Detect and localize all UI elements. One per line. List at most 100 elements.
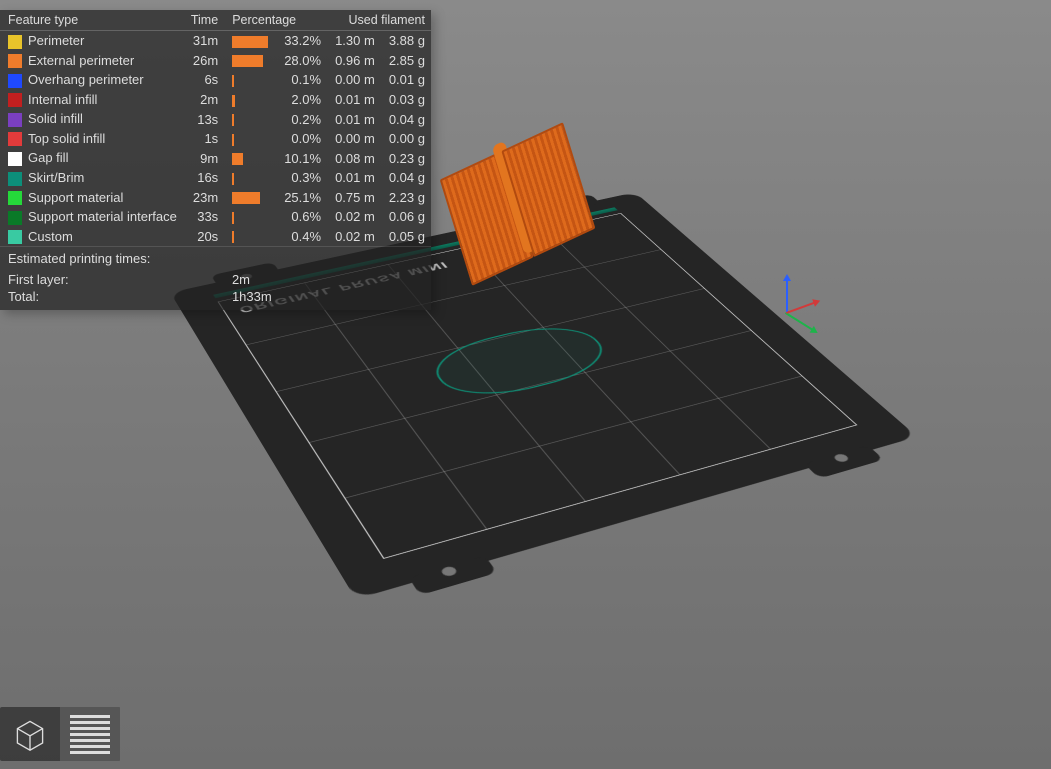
total-value: 1h33m <box>232 289 423 304</box>
feature-swatch <box>8 230 22 244</box>
feature-row[interactable]: Support material interface 33s 0.6%0.02 m0… <box>0 207 431 227</box>
axis-z <box>786 280 788 312</box>
feature-weight: 0.06 g <box>381 207 431 227</box>
view-mode-toolbar <box>0 707 120 761</box>
feature-swatch <box>8 211 22 225</box>
feature-name: Perimeter <box>28 33 84 48</box>
feature-name: Solid infill <box>28 111 83 126</box>
feature-weight: 3.88 g <box>381 31 431 51</box>
feature-length: 0.01 m <box>327 90 381 110</box>
feature-row[interactable]: Solid infill13s0.2%0.01 m0.04 g <box>0 109 431 129</box>
feature-legend-panel: Feature type Time Percentage Used filame… <box>0 10 431 310</box>
feature-name: Skirt/Brim <box>28 170 84 185</box>
feature-percent: 28.0% <box>276 51 327 71</box>
percentage-bar <box>232 95 235 107</box>
feature-percent: 2.0% <box>276 90 327 110</box>
feature-row[interactable]: External perimeter26m28.0%0.96 m2.85 g <box>0 51 431 71</box>
percentage-bar <box>232 75 234 87</box>
feature-percent: 0.2% <box>276 109 327 129</box>
total-label: Total: <box>8 289 220 304</box>
feature-name: Support material interface <box>28 209 177 224</box>
feature-length: 0.02 m <box>327 227 381 247</box>
feature-length: 0.01 m <box>327 109 381 129</box>
feature-name: Custom <box>28 229 73 244</box>
percentage-bar <box>232 153 243 165</box>
preview-viewport[interactable]: ORIGINAL PRUSA MINI Feature type Time Pe… <box>0 0 1051 769</box>
feature-swatch <box>8 132 22 146</box>
feature-length: 0.02 m <box>327 207 381 227</box>
feature-name: Top solid infill <box>28 131 105 146</box>
feature-weight: 0.00 g <box>381 129 431 149</box>
feature-weight: 0.23 g <box>381 148 431 168</box>
feature-percent: 0.0% <box>276 129 327 149</box>
feature-percent: 10.1% <box>276 148 327 168</box>
feature-weight: 0.01 g <box>381 70 431 90</box>
solid-view-button[interactable] <box>0 707 60 761</box>
feature-time: 20s <box>183 227 224 247</box>
cube-icon <box>12 716 48 752</box>
feature-time: 6s <box>183 70 224 90</box>
feature-swatch <box>8 54 22 68</box>
feature-length: 0.00 m <box>327 129 381 149</box>
feature-row[interactable]: Internal infill 2m 2.0%0.01 m0.03 g <box>0 90 431 110</box>
percentage-bar <box>232 231 234 243</box>
feature-row[interactable]: Gap fill9m10.1%0.08 m0.23 g <box>0 148 431 168</box>
percentage-bar <box>232 173 234 185</box>
feature-swatch <box>8 152 22 166</box>
feature-swatch <box>8 35 22 49</box>
feature-length: 0.00 m <box>327 70 381 90</box>
feature-name: Overhang perimeter <box>28 72 144 87</box>
feature-swatch <box>8 74 22 88</box>
feature-weight: 0.05 g <box>381 227 431 247</box>
feature-length: 1.30 m <box>327 31 381 51</box>
feature-time: 33s <box>183 207 224 227</box>
feature-name: Support material <box>28 190 123 205</box>
percentage-bar <box>232 114 234 126</box>
feature-row[interactable]: Perimeter31m33.2%1.30 m3.88 g <box>0 31 431 51</box>
first-layer-value: 2m <box>232 272 423 287</box>
feature-name: Internal infill <box>28 92 97 107</box>
feature-row[interactable]: Top solid infill1s0.0%0.00 m0.00 g <box>0 129 431 149</box>
feature-swatch <box>8 93 22 107</box>
feature-percent: 0.4% <box>276 227 327 247</box>
feature-time: 16s <box>183 168 224 188</box>
axis-gizmo <box>786 272 826 312</box>
percentage-bar <box>232 192 260 204</box>
col-time: Time <box>183 10 224 31</box>
estimated-times-heading: Estimated printing times: <box>0 246 431 270</box>
percentage-bar <box>232 212 234 224</box>
feature-weight: 2.23 g <box>381 188 431 208</box>
feature-weight: 0.04 g <box>381 109 431 129</box>
col-feature-type: Feature type <box>0 10 183 31</box>
feature-weight: 0.04 g <box>381 168 431 188</box>
feature-length: 0.96 m <box>327 51 381 71</box>
col-percentage: Percentage <box>224 10 327 31</box>
feature-length: 0.75 m <box>327 188 381 208</box>
feature-percent: 0.1% <box>276 70 327 90</box>
feature-time: 9m <box>183 148 224 168</box>
feature-legend-table: Feature type Time Percentage Used filame… <box>0 10 431 246</box>
percentage-bar <box>232 36 268 48</box>
feature-length: 0.08 m <box>327 148 381 168</box>
layers-icon <box>70 715 110 754</box>
feature-row[interactable]: Support material 23m 25.1%0.75 m2.23 g <box>0 188 431 208</box>
percentage-bar <box>232 55 263 67</box>
feature-percent: 25.1% <box>276 188 327 208</box>
feature-weight: 2.85 g <box>381 51 431 71</box>
feature-length: 0.01 m <box>327 168 381 188</box>
feature-time: 2m <box>183 90 224 110</box>
feature-row[interactable]: Overhang perimeter 6s 0.1%0.00 m0.01 g <box>0 70 431 90</box>
col-used-filament: Used filament <box>327 10 431 31</box>
feature-row[interactable]: Custom 20s 0.4%0.02 m0.05 g <box>0 227 431 247</box>
feature-weight: 0.03 g <box>381 90 431 110</box>
layer-view-button[interactable] <box>60 707 120 761</box>
feature-swatch <box>8 172 22 186</box>
feature-percent: 0.6% <box>276 207 327 227</box>
estimated-times: First layer: 2m Total: 1h33m <box>0 270 431 310</box>
feature-time: 23m <box>183 188 224 208</box>
first-layer-label: First layer: <box>8 272 220 287</box>
feature-swatch <box>8 113 22 127</box>
feature-row[interactable]: Skirt/Brim16s0.3%0.01 m0.04 g <box>0 168 431 188</box>
feature-percent: 33.2% <box>276 31 327 51</box>
feature-time: 26m <box>183 51 224 71</box>
